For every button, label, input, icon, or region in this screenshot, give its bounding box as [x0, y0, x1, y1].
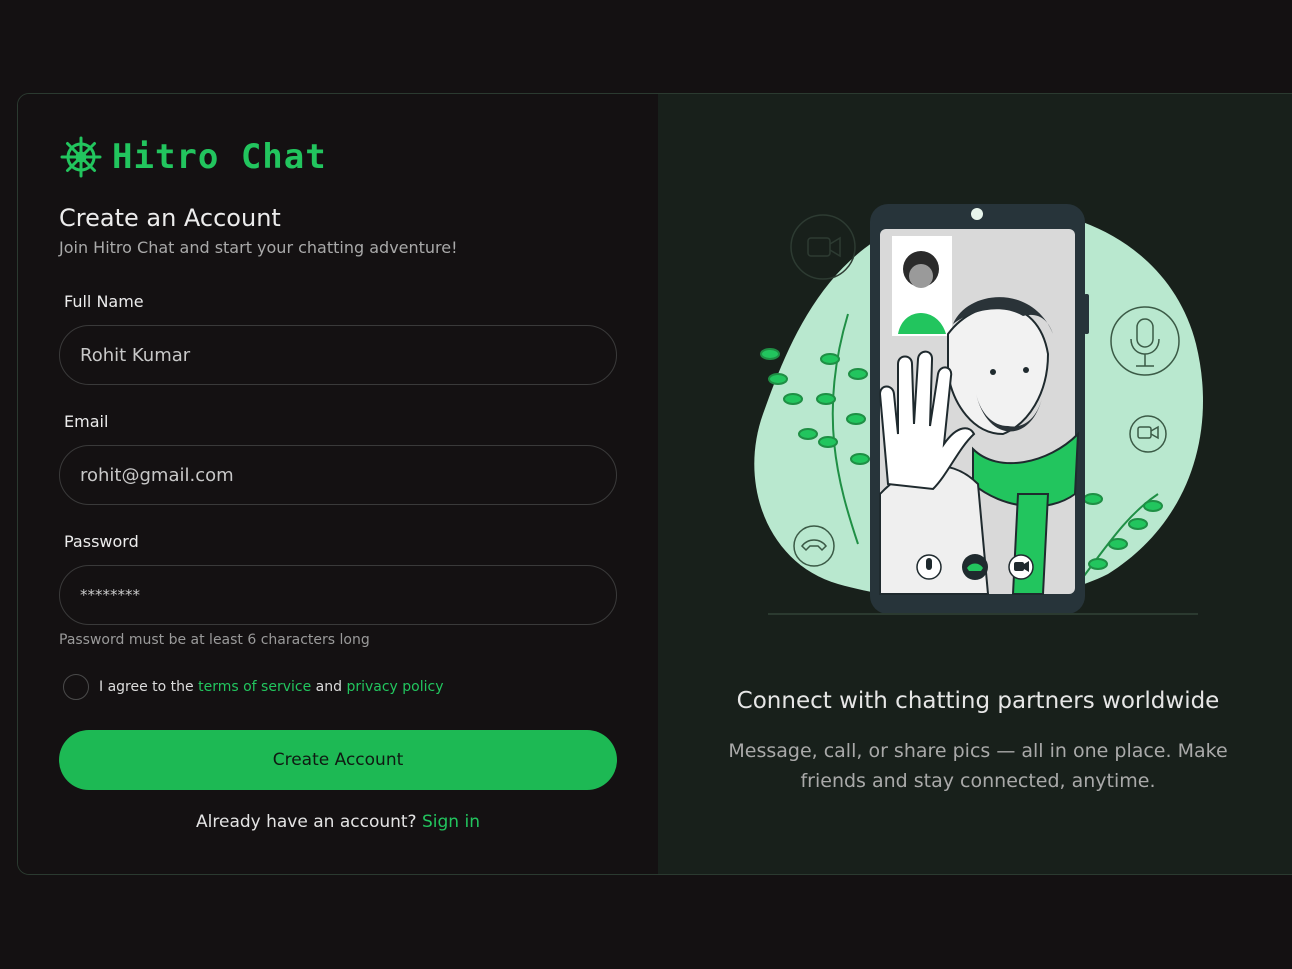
- password-hint: Password must be at least 6 characters l…: [59, 632, 370, 648]
- full-name-label: Full Name: [64, 292, 144, 311]
- brand: Hitro Chat: [60, 136, 327, 178]
- page-subtitle: Join Hitro Chat and start your chatting …: [59, 238, 458, 257]
- full-name-input[interactable]: [59, 325, 617, 385]
- signin-prompt: Already have an account? Sign in: [18, 812, 658, 832]
- password-label: Password: [64, 532, 139, 551]
- page-title: Create an Account: [59, 204, 281, 232]
- privacy-policy-link[interactable]: privacy policy: [346, 679, 443, 695]
- terms-checkbox[interactable]: [63, 674, 89, 700]
- terms-of-service-link[interactable]: terms of service: [198, 679, 311, 695]
- video-call-illustration: [754, 204, 1203, 615]
- signin-prompt-text: Already have an account?: [196, 812, 417, 832]
- signin-link[interactable]: Sign in: [422, 812, 480, 832]
- brand-name: Hitro Chat: [112, 137, 327, 177]
- promo-title: Connect with chatting partners worldwide: [736, 688, 1220, 714]
- signup-card: Hitro Chat Create an Account Join Hitro …: [17, 93, 1292, 875]
- signup-panel: Hitro Chat Create an Account Join Hitro …: [18, 94, 658, 874]
- terms-text: I agree to the terms of service and priv…: [99, 679, 444, 695]
- terms-prefix: I agree to the: [99, 679, 194, 695]
- terms-and: and: [315, 679, 342, 695]
- password-input[interactable]: [59, 565, 617, 625]
- create-account-button[interactable]: Create Account: [59, 730, 617, 790]
- promo-description: Message, call, or share pics — all in on…: [728, 740, 1228, 792]
- email-input[interactable]: [59, 445, 617, 505]
- promo-panel: Connect with chatting partners worldwide…: [658, 94, 1292, 874]
- dharma-wheel-icon: [60, 136, 102, 178]
- email-label: Email: [64, 412, 109, 431]
- terms-agreement: I agree to the terms of service and priv…: [63, 674, 444, 700]
